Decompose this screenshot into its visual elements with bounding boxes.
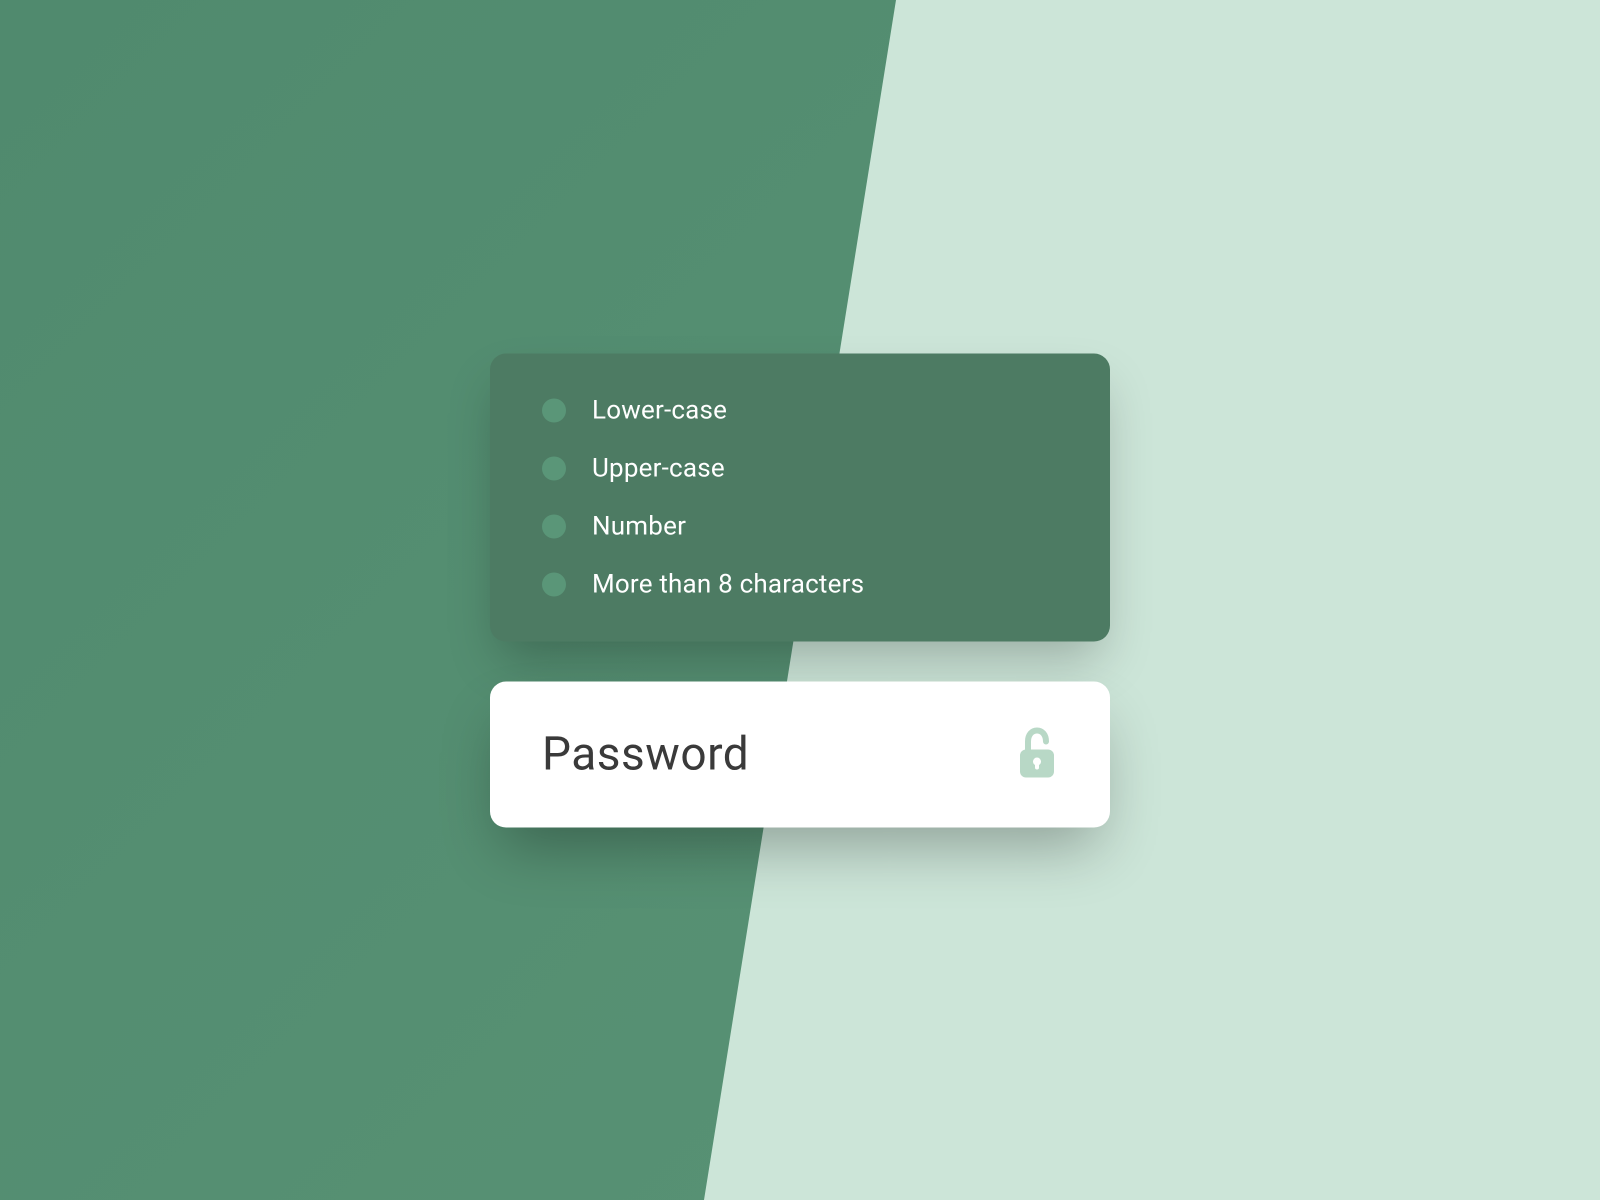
- requirement-label: Lower-case: [592, 396, 727, 426]
- requirement-label: Number: [592, 512, 686, 542]
- requirement-dot-icon: [542, 515, 566, 539]
- requirement-label: More than 8 characters: [592, 570, 864, 600]
- requirement-item: More than 8 characters: [542, 570, 1058, 600]
- requirement-item: Upper-case: [542, 454, 1058, 484]
- requirement-dot-icon: [542, 399, 566, 423]
- requirements-card: Lower-case Upper-case Number More than 8…: [490, 354, 1110, 642]
- requirement-dot-icon: [542, 457, 566, 481]
- requirement-dot-icon: [542, 573, 566, 597]
- password-widget: Lower-case Upper-case Number More than 8…: [490, 354, 1110, 828]
- password-input[interactable]: [542, 728, 996, 782]
- requirement-label: Upper-case: [592, 454, 725, 484]
- requirement-item: Lower-case: [542, 396, 1058, 426]
- lock-open-icon: [1016, 728, 1058, 782]
- password-input-card: [490, 682, 1110, 828]
- requirement-item: Number: [542, 512, 1058, 542]
